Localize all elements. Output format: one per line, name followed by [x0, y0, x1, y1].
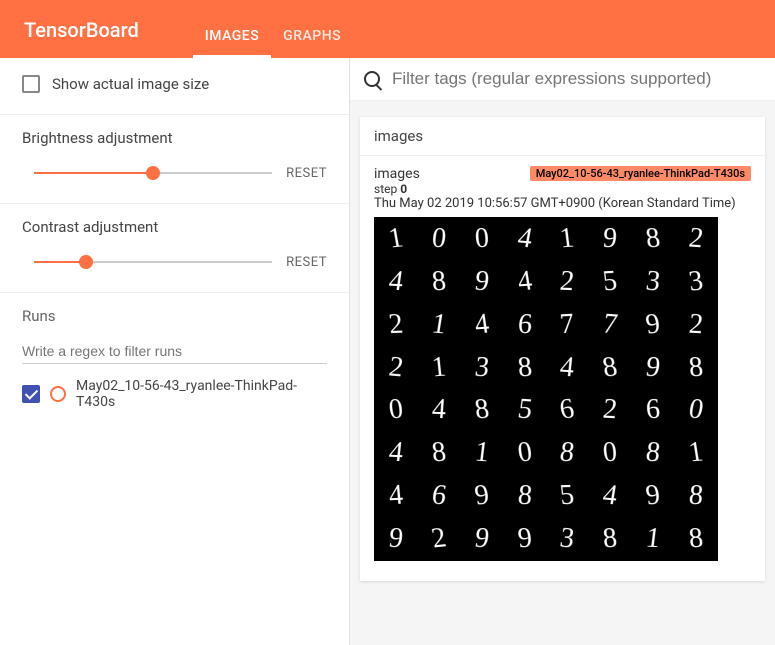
run-radio[interactable]	[50, 386, 66, 402]
run-row: May02_10-56-43_ryanlee-ThinkPad-T430s	[22, 378, 327, 410]
tab-graphs[interactable]: GRAPHS	[271, 0, 353, 58]
contrast-reset-button[interactable]: RESET	[286, 255, 327, 270]
image-cell: 4	[504, 261, 546, 303]
header-tabs: IMAGES GRAPHS	[193, 0, 353, 58]
image-cell: 8	[461, 390, 503, 432]
brightness-reset-button[interactable]: RESET	[286, 166, 327, 181]
run-label: May02_10-56-43_ryanlee-ThinkPad-T430s	[76, 378, 327, 410]
image-cell: 4	[589, 475, 631, 517]
sidebar: Show actual image size Brightness adjust…	[0, 58, 350, 645]
image-cell: 3	[632, 261, 674, 303]
brightness-slider[interactable]	[34, 161, 272, 185]
image-cell: 2	[547, 261, 589, 303]
image-cell: 8	[675, 347, 717, 389]
image-cell: 1	[418, 347, 460, 389]
image-cell: 8	[675, 475, 717, 517]
image-cell: 4	[461, 304, 503, 346]
image-cell: 6	[504, 304, 546, 346]
app-header: TensorBoard IMAGES GRAPHS	[0, 0, 775, 58]
image-cell: 2	[418, 518, 460, 560]
image-cell: 9	[632, 304, 674, 346]
brightness-title: Brightness adjustment	[22, 129, 327, 147]
image-cell: 5	[547, 475, 589, 517]
image-cell: 3	[461, 347, 503, 389]
image-cell: 8	[504, 347, 546, 389]
image-cell: 2	[375, 304, 417, 346]
image-cell: 0	[589, 432, 631, 474]
contrast-title: Contrast adjustment	[22, 218, 327, 236]
image-cell: 9	[504, 518, 546, 560]
runs-title: Runs	[22, 307, 327, 325]
images-card: images May02_10-56-43_ryanlee-ThinkPad-T…	[360, 117, 765, 581]
image-cell: 1	[461, 432, 503, 474]
image-cell: 1	[632, 518, 674, 560]
step-label: step 0	[374, 182, 751, 196]
timestamp: Thu May 02 2019 10:56:57 GMT+0900 (Korea…	[374, 196, 751, 211]
image-cell: 8	[632, 218, 674, 260]
brand-title: TensorBoard	[24, 18, 139, 58]
runs-section: Runs May02_10-56-43_ryanlee-ThinkPad-T43…	[0, 293, 349, 428]
image-cell: 1	[675, 432, 717, 474]
image-cell: 0	[418, 218, 460, 260]
image-cell: 9	[632, 347, 674, 389]
image-cell: 0	[504, 432, 546, 474]
image-cell: 4	[547, 347, 589, 389]
image-cell: 3	[547, 518, 589, 560]
image-cell: 2	[589, 390, 631, 432]
image-cell: 6	[547, 390, 589, 432]
image-cell: 8	[418, 432, 460, 474]
image-cell: 0	[675, 390, 717, 432]
contrast-slider[interactable]	[34, 250, 272, 274]
tag-filter-input[interactable]	[390, 68, 761, 90]
image-cell: 8	[418, 261, 460, 303]
image-cell: 1	[547, 218, 589, 260]
contrast-section: Contrast adjustment RESET	[0, 204, 349, 293]
image-cell: 4	[375, 475, 417, 517]
run-checkbox[interactable]	[22, 385, 40, 403]
image-cell: 4	[418, 390, 460, 432]
image-cell: 1	[375, 218, 417, 260]
image-cell: 9	[461, 261, 503, 303]
image-grid[interactable]: 1004198248942533214677922138489804856260…	[374, 217, 718, 561]
image-cell: 4	[375, 432, 417, 474]
tab-images[interactable]: IMAGES	[193, 0, 271, 58]
image-cell: 2	[675, 218, 717, 260]
tag-searchbar	[350, 58, 775, 101]
image-cell: 8	[589, 518, 631, 560]
image-cell: 0	[375, 390, 417, 432]
show-actual-checkbox[interactable]	[22, 75, 40, 93]
show-actual-label: Show actual image size	[52, 75, 209, 93]
image-cell: 9	[461, 518, 503, 560]
image-cell: 4	[375, 261, 417, 303]
image-cell: 8	[504, 475, 546, 517]
image-cell: 9	[375, 518, 417, 560]
search-icon	[364, 71, 380, 87]
image-cell: 6	[632, 390, 674, 432]
image-cell: 9	[632, 475, 674, 517]
image-cell: 4	[504, 218, 546, 260]
image-cell: 8	[675, 518, 717, 560]
image-cell: 2	[675, 304, 717, 346]
brightness-section: Brightness adjustment RESET	[0, 115, 349, 204]
image-cell: 6	[418, 475, 460, 517]
image-cell: 3	[675, 261, 717, 303]
card-header[interactable]: images	[360, 117, 765, 156]
image-cell: 8	[589, 347, 631, 389]
image-cell: 8	[547, 432, 589, 474]
run-badge: May02_10-56-43_ryanlee-ThinkPad-T430s	[530, 166, 751, 181]
image-cell: 2	[375, 347, 417, 389]
image-cell: 9	[589, 218, 631, 260]
content-area: images May02_10-56-43_ryanlee-ThinkPad-T…	[350, 58, 775, 645]
image-cell: 7	[547, 304, 589, 346]
image-cell: 8	[632, 432, 674, 474]
runs-filter-input[interactable]	[22, 339, 327, 364]
image-cell: 1	[418, 304, 460, 346]
show-actual-section: Show actual image size	[0, 58, 349, 115]
image-cell: 5	[589, 261, 631, 303]
image-cell: 5	[504, 390, 546, 432]
image-cell: 9	[461, 475, 503, 517]
image-cell: 0	[461, 218, 503, 260]
image-cell: 7	[589, 304, 631, 346]
